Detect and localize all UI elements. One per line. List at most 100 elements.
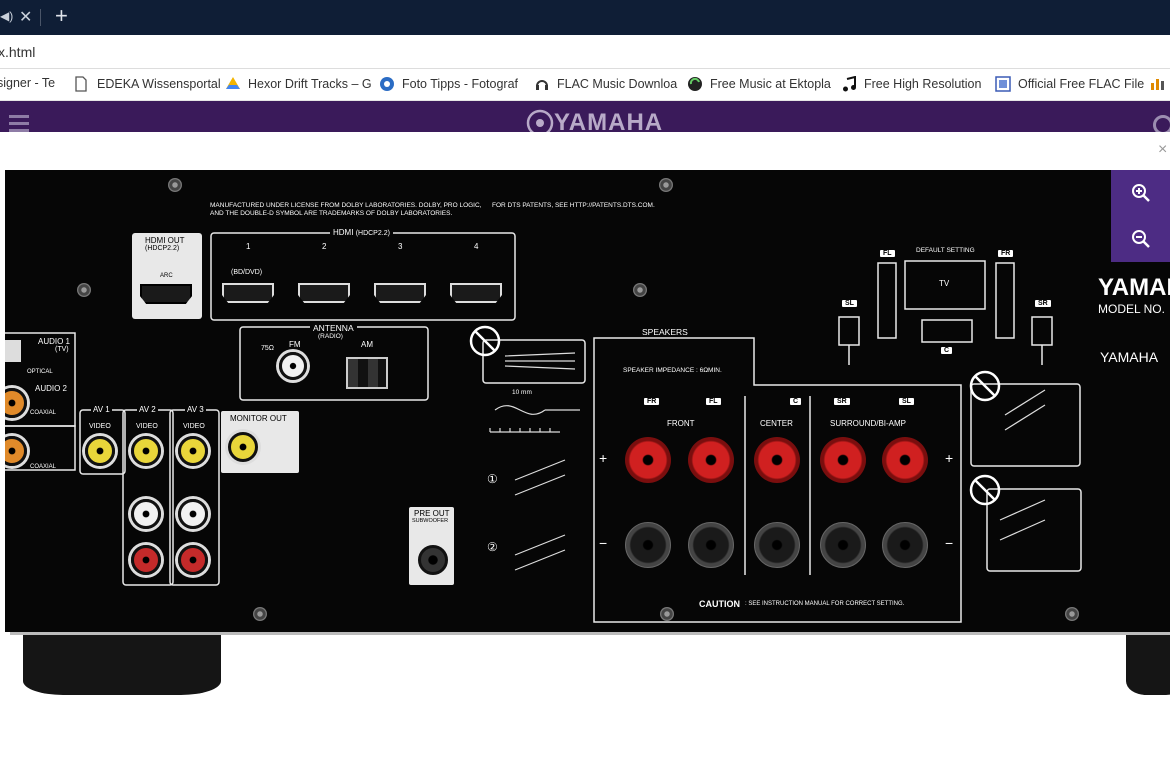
av1-label: AV 1 [91, 405, 112, 414]
hdmi-title-text: HDMI [333, 228, 354, 237]
hdmi-port-2-label: 2 [322, 242, 327, 251]
speaker-terminal-black [820, 522, 866, 568]
chart-icon [1151, 79, 1164, 90]
page-icon [74, 76, 90, 92]
hdmi-in-port [222, 283, 274, 303]
sr-diagram-tag: SR [1035, 300, 1051, 307]
receiver-feet [0, 632, 1170, 757]
optical-label: OPTICAL [27, 369, 53, 375]
default-setting-label: DEFAULT SETTING [916, 247, 975, 254]
bookmark-label: signer - Te [0, 76, 56, 90]
bookmark-item[interactable]: signer - Te [0, 76, 55, 90]
av3-audio-r-jack [178, 545, 208, 575]
speaker-terminal-red [688, 437, 734, 483]
am-antenna-terminal [346, 357, 388, 389]
bookmark-item[interactable]: Foto Tipps - Fotograf [379, 76, 518, 92]
panel-brand-2: YAMAHA [1100, 349, 1159, 365]
video-label: VIDEO [183, 423, 205, 430]
surround-label: SURROUND/BI-AMP [830, 419, 907, 428]
sr-tag: SR [834, 398, 850, 405]
zoom-in-icon [1131, 184, 1150, 202]
hdmi-out-block: HDMI OUT (HDCP2.2) ARC [132, 233, 202, 319]
monitor-out-jack [228, 432, 258, 462]
bookmark-item[interactable]: Free Music at Ektopla [687, 76, 831, 92]
hdmi-in-port [298, 283, 350, 303]
viewer-top: × [0, 132, 1170, 170]
fr-tag: FR [644, 398, 660, 405]
video-label: VIDEO [89, 423, 111, 430]
screw [659, 178, 673, 192]
speaker-terminal-black [688, 522, 734, 568]
hamburger-menu-icon[interactable] [9, 115, 29, 132]
monitor-out-label: MONITOR OUT [230, 414, 287, 423]
close-tab-icon[interactable]: ✕ [19, 7, 32, 27]
bookmark-label: EDEKA Wissensportal [97, 77, 221, 91]
optical-port [5, 340, 21, 362]
hdmi-out-label: HDMI OUT [145, 236, 185, 245]
av2-audio-r-jack [131, 545, 161, 575]
zoom-in-button[interactable] [1111, 170, 1170, 216]
hdmi-port-3-label: 3 [398, 242, 403, 251]
minus-label: − [599, 535, 608, 551]
bookmark-item[interactable]: Official Free FLAC File [995, 76, 1144, 92]
hdmi-port-1-label: 1 [246, 242, 251, 251]
screw [1065, 607, 1079, 621]
wire-length-label: 10 mm [512, 389, 532, 396]
bookmark-item[interactable]: Hexor Drift Tracks – G [225, 76, 372, 92]
fl-tag: FL [706, 398, 721, 405]
plus-label: + [599, 450, 608, 466]
bookmark-item[interactable]: Free High Resolution [841, 75, 982, 92]
step2-label: ② [487, 540, 498, 554]
bd-dvd-label: (BD/DVD) [231, 269, 263, 276]
av2-label: AV 2 [137, 405, 158, 414]
sl-diagram-tag: SL [842, 300, 857, 307]
minus-label: − [945, 535, 954, 551]
av3-audio-l-jack [178, 499, 208, 529]
screw [77, 283, 91, 297]
bookmark-item[interactable]: EDEKA Wissensportal [74, 76, 221, 92]
speaker-terminal-black [625, 522, 671, 568]
bookmark-overflow[interactable] [1150, 76, 1168, 90]
subwoofer-label: SUBWOOFER [412, 518, 449, 524]
close-viewer-icon[interactable]: × [1158, 141, 1167, 159]
tv-label: (TV) [55, 346, 69, 353]
site-logo[interactable]: YAMAHA [526, 109, 663, 132]
av1-video-jack [85, 436, 115, 466]
mute-icon[interactable]: ◀) [0, 9, 13, 23]
ektoplazm-icon [687, 76, 703, 92]
music-note-icon [841, 75, 857, 92]
speaker-terminal-black [754, 522, 800, 568]
tv-box-label: TV [939, 279, 950, 288]
model-no-label: MODEL NO. [1098, 302, 1165, 316]
screw [633, 283, 647, 297]
speaker-terminal-red [820, 437, 866, 483]
hdmi-in-port [374, 283, 426, 303]
receiver-rear-panel-image: MANUFACTURED UNDER LICENSE FROM DOLBY LA… [5, 170, 1170, 632]
bookmark-item[interactable]: FLAC Music Downloa [534, 76, 677, 92]
bookmark-label: Free High Resolution [864, 77, 982, 91]
drive-icon [225, 76, 241, 92]
c-tag: C [790, 398, 802, 405]
speaker-terminal-black [882, 522, 928, 568]
av3-video-jack [178, 436, 208, 466]
bookmarks-bar: signer - Te EDEKA Wissensportal Hexor Dr… [0, 69, 1170, 101]
bookmark-label: FLAC Music Downloa [557, 77, 678, 91]
foot-right [1126, 635, 1170, 695]
search-icon[interactable] [1153, 115, 1170, 132]
subwoofer-jack [418, 545, 448, 575]
fl-diagram-tag: FL [880, 250, 895, 257]
address-bar[interactable]: x.html [0, 35, 1170, 69]
zoom-out-button[interactable] [1111, 216, 1170, 262]
url-text[interactable]: x.html [0, 44, 35, 60]
impedance-label: SPEAKER IMPEDANCE : 6ΩMIN. [623, 367, 722, 374]
new-tab-icon[interactable]: + [55, 3, 68, 29]
caution-label: CAUTION [699, 599, 740, 609]
plus-label: + [945, 450, 954, 466]
dolby-notice-2: AND THE DOUBLE-D SYMBOL ARE TRADEMARKS O… [210, 210, 453, 217]
speaker-terminal-red [625, 437, 671, 483]
audio1-label: AUDIO 1 [38, 337, 71, 346]
zoom-out-icon [1131, 230, 1150, 248]
screw [253, 607, 267, 621]
fm-antenna-jack [279, 352, 307, 380]
hdmi-port-4-label: 4 [474, 242, 479, 251]
